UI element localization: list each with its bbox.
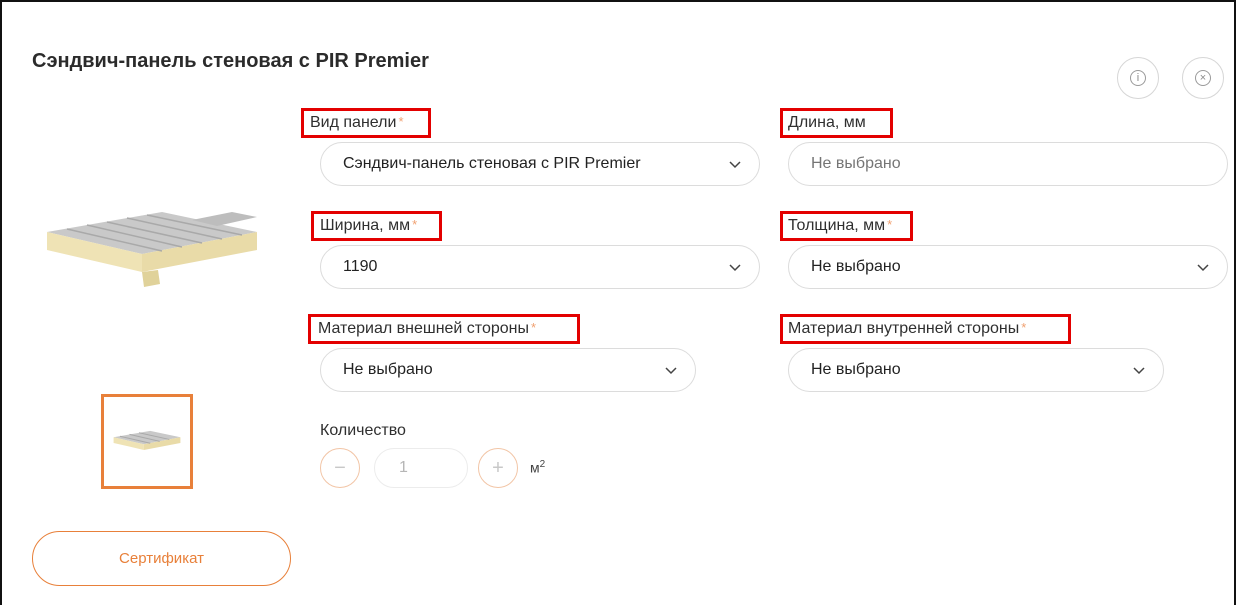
quantity-input[interactable]: 1 — [374, 448, 468, 488]
page-title: Сэндвич-панель стеновая с PIR Premier — [32, 50, 429, 72]
thickness-value: Не выбрано — [811, 258, 901, 275]
inner-material-label: Материал внутренней стороны * — [788, 320, 1027, 337]
certificate-button[interactable]: Сертификат — [32, 531, 291, 586]
length-label: Длина, мм — [788, 114, 866, 131]
outer-material-label: Материал внешней стороны * — [318, 320, 537, 337]
chevron-down-icon — [729, 161, 741, 169]
quantity-unit: м2 — [530, 459, 546, 476]
panel-type-select[interactable]: Сэндвич-панель стеновая с PIR Premier — [320, 142, 760, 186]
chevron-down-icon — [1133, 367, 1145, 375]
panel-type-value: Сэндвич-панель стеновая с PIR Premier — [343, 155, 641, 172]
product-thumbnail[interactable] — [101, 394, 193, 489]
thickness-label: Толщина, мм * — [788, 217, 893, 234]
modal-dialog: Сэндвич-панель стеновая с PIR Premier i … — [0, 0, 1236, 605]
width-select[interactable]: 1190 — [320, 245, 760, 289]
length-input[interactable] — [788, 142, 1228, 186]
decrement-button[interactable]: − — [320, 448, 360, 488]
outer-material-select[interactable]: Не выбрано — [320, 348, 696, 392]
panel-type-label: Вид панели * — [310, 114, 404, 131]
chevron-down-icon — [665, 367, 677, 375]
inner-material-value: Не выбрано — [811, 361, 901, 378]
width-value: 1190 — [343, 258, 378, 275]
increment-button[interactable]: + — [478, 448, 518, 488]
quantity-label: Количество — [320, 422, 406, 439]
close-button[interactable]: × — [1182, 57, 1224, 99]
chevron-down-icon — [1197, 264, 1209, 272]
close-icon: × — [1195, 70, 1211, 86]
info-icon: i — [1130, 70, 1146, 86]
width-label: Ширина, мм * — [320, 217, 418, 234]
product-image — [47, 212, 257, 287]
chevron-down-icon — [729, 264, 741, 272]
thickness-select[interactable]: Не выбрано — [788, 245, 1228, 289]
thumbnail-image — [113, 430, 181, 450]
outer-material-value: Не выбрано — [343, 361, 433, 378]
info-button[interactable]: i — [1117, 57, 1159, 99]
inner-material-select[interactable]: Не выбрано — [788, 348, 1164, 392]
